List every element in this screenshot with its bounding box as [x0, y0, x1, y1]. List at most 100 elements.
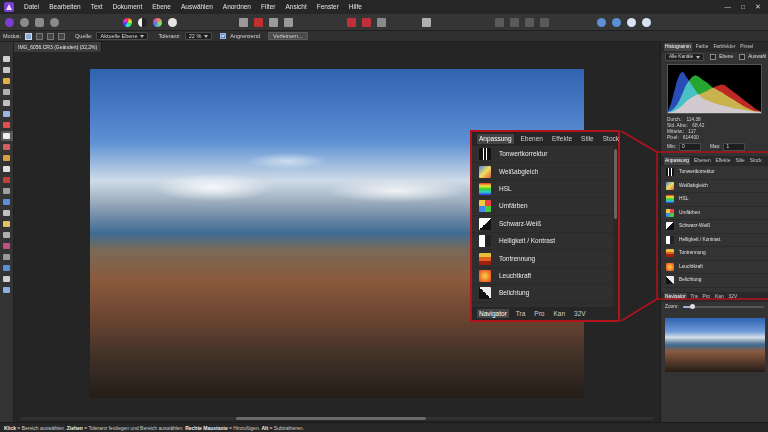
arrange-group-icon[interactable] — [540, 18, 549, 27]
panel-tab[interactable]: Stile — [579, 134, 596, 144]
adjustment-item[interactable]: Tonwertkorrektur — [661, 166, 768, 180]
mask-option-icon[interactable] — [377, 18, 386, 27]
navigator-thumbnail[interactable] — [665, 318, 765, 372]
tool-button[interactable] — [1, 65, 13, 75]
adjustment-item[interactable]: Weißabgleich — [472, 163, 613, 180]
tool-button[interactable] — [1, 197, 13, 207]
panel-tab[interactable]: Kan — [551, 309, 567, 319]
menu-item[interactable]: Bearbeiten — [49, 3, 80, 11]
contiguous-checkbox[interactable] — [220, 33, 226, 39]
tool-button[interactable] — [1, 142, 13, 152]
menu-item[interactable]: Dokument — [113, 3, 143, 11]
tool-button[interactable] — [1, 208, 13, 218]
panel-tab[interactable]: Navigator — [664, 293, 687, 301]
persona-liquify-icon[interactable] — [20, 18, 29, 27]
scrollbar-thumb[interactable] — [614, 149, 617, 219]
panel-tab[interactable]: Stock — [601, 134, 621, 144]
panel-tab[interactable]: Pinsel — [739, 43, 754, 51]
snapping-icon[interactable] — [422, 18, 431, 27]
channel-dropdown[interactable]: Alle Kanäle — [665, 53, 704, 61]
tool-button[interactable] — [1, 153, 13, 163]
menu-item[interactable]: Hilfe — [349, 3, 362, 11]
panel-tab[interactable]: Ebenen — [519, 134, 545, 144]
panel-tab[interactable]: Anpassung — [664, 157, 690, 165]
adjustment-item[interactable]: Belichtung — [661, 274, 768, 288]
tool-button[interactable] — [1, 274, 13, 284]
tool-button[interactable] — [1, 186, 13, 196]
assistant-icon[interactable] — [597, 18, 606, 27]
scrollbar-thumb[interactable] — [236, 417, 426, 420]
window-control-button[interactable]: ✕ — [755, 3, 761, 11]
tool-button[interactable] — [1, 230, 13, 240]
menu-item[interactable]: Ansicht — [285, 3, 306, 11]
panel-tab[interactable]: Stock — [749, 157, 763, 165]
selection-invert-icon[interactable] — [269, 18, 278, 27]
panel-tab[interactable]: Effekte — [550, 134, 574, 144]
tool-button[interactable] — [1, 263, 13, 273]
adjustment-item[interactable]: Tonwertkorrektur — [472, 146, 613, 163]
tool-button[interactable] — [1, 175, 13, 185]
tool-button[interactable] — [1, 252, 13, 262]
panel-tab[interactable]: Kan — [714, 293, 725, 301]
tolerance-field[interactable]: 22 % — [185, 32, 213, 41]
menu-item[interactable]: Text — [91, 3, 103, 11]
menu-item[interactable]: Datei — [24, 3, 39, 11]
window-control-button[interactable]: — — [725, 3, 732, 11]
window-control-button[interactable]: □ — [741, 3, 745, 11]
contrast-icon[interactable] — [138, 18, 147, 27]
tool-button[interactable] — [1, 76, 13, 86]
list-scrollbar[interactable] — [613, 146, 618, 307]
panel-tab[interactable]: Farbe — [695, 43, 710, 51]
menu-item[interactable]: Anordnen — [223, 3, 251, 11]
adjustment-item[interactable]: Weißabgleich — [661, 180, 768, 194]
panel-tab[interactable]: Histogramm — [664, 43, 692, 51]
panel-tab[interactable]: Pro — [532, 309, 546, 319]
panel-tab[interactable]: Farbfelder — [712, 43, 736, 51]
panel-tab[interactable]: Stile — [734, 157, 745, 165]
arrange-back-icon[interactable] — [495, 18, 504, 27]
menu-item[interactable]: Ebene — [152, 3, 171, 11]
zoom-slider[interactable] — [683, 306, 764, 308]
panel-tab[interactable]: Navigator — [477, 309, 509, 319]
app-logo-icon[interactable] — [4, 2, 14, 12]
color-balance-icon[interactable] — [153, 18, 162, 27]
panel-tab[interactable]: Effekte — [715, 157, 732, 165]
tool-button[interactable] — [1, 131, 13, 141]
adjustment-item[interactable]: Tontrennung — [472, 250, 613, 267]
selection-rect-icon[interactable] — [239, 18, 248, 27]
selection-mode-button[interactable] — [36, 33, 43, 40]
mask-red-icon[interactable] — [347, 18, 356, 27]
arrange-front-icon[interactable] — [525, 18, 534, 27]
selection-mode-button[interactable] — [58, 33, 65, 40]
white-balance-icon[interactable] — [168, 18, 177, 27]
adjustment-item[interactable]: Umfärben — [472, 198, 613, 215]
min-field[interactable]: 0 — [679, 143, 701, 151]
adjustment-item[interactable]: Schwarz-Weiß — [472, 216, 613, 233]
tool-button[interactable] — [1, 285, 13, 295]
selection-mode-button[interactable] — [47, 33, 54, 40]
max-field[interactable]: 1 — [723, 143, 745, 151]
adjustment-item[interactable]: Helligkeit / Kontrast — [661, 234, 768, 248]
panel-tab[interactable]: Pro — [702, 293, 711, 301]
document-tab[interactable]: IMG_6056.CR3 (Geändert) (32,2%) — [14, 42, 102, 52]
adjustment-item[interactable]: Umfärben — [661, 207, 768, 221]
panel-tab[interactable]: Ebenen — [693, 157, 712, 165]
cloud-icon[interactable] — [627, 18, 636, 27]
user-icon[interactable] — [612, 18, 621, 27]
tool-button[interactable] — [1, 98, 13, 108]
panel-tab[interactable]: 32V — [572, 309, 588, 319]
menu-item[interactable]: Filter — [261, 3, 275, 11]
adjustment-item[interactable]: Helligkeit / Kontrast — [472, 233, 613, 250]
adjustment-item[interactable]: HSL — [661, 193, 768, 207]
adjustment-item[interactable]: Leuchtkraft — [661, 261, 768, 275]
color-wheel-icon[interactable] — [123, 18, 132, 27]
adjustment-item[interactable]: Belichtung — [472, 285, 613, 302]
zoom-knob[interactable] — [690, 304, 695, 309]
source-dropdown[interactable]: Aktuelle Ebene — [96, 32, 148, 41]
adjustment-item[interactable]: Tontrennung — [661, 247, 768, 261]
tool-button[interactable] — [1, 87, 13, 97]
help-icon[interactable] — [642, 18, 651, 27]
adjustment-item[interactable]: HSL — [472, 181, 613, 198]
panel-tab[interactable]: 32V — [728, 293, 739, 301]
tool-button[interactable] — [1, 241, 13, 251]
